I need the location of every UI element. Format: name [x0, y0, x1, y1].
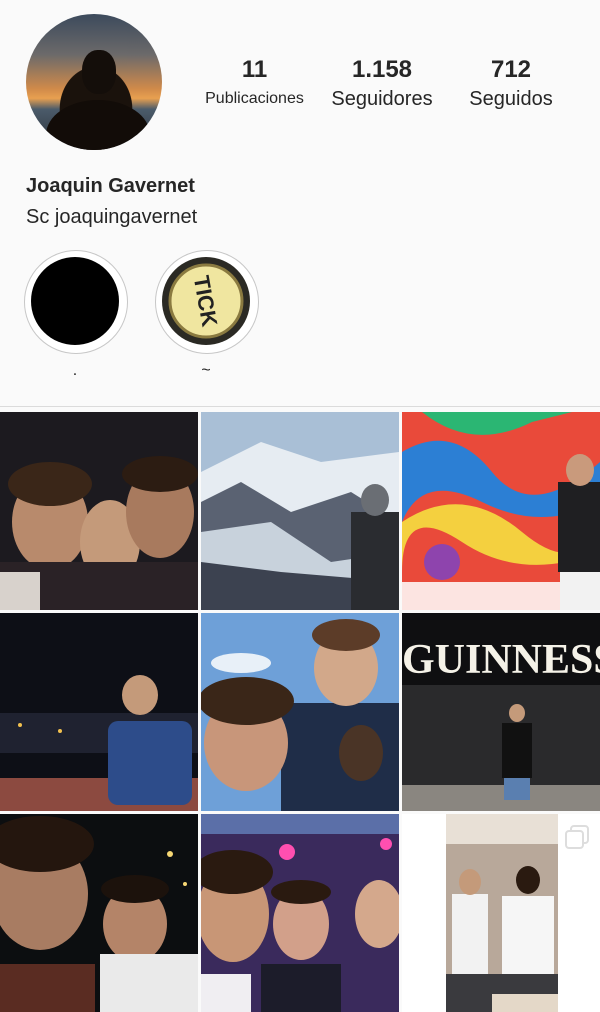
post-tile-7[interactable] [0, 814, 198, 1012]
profile-avatar[interactable] [26, 14, 162, 150]
stat-following[interactable]: 712 Seguidos [460, 56, 562, 111]
followers-label: Seguidores [331, 88, 433, 110]
multiple-photos-icon [565, 825, 589, 849]
post-tile-8[interactable] [201, 814, 399, 1012]
followers-count: 1.158 [351, 56, 413, 83]
highlight-cover-black [31, 257, 119, 345]
story-highlight-2[interactable]: TICK [155, 250, 259, 354]
post-tile-1[interactable] [0, 412, 198, 610]
highlight-2-label: ~ [201, 362, 211, 379]
stat-followers[interactable]: 1.158 Seguidores [323, 56, 441, 111]
profile-name: Joaquin Gavernet [26, 175, 195, 197]
story-highlight-1[interactable] [24, 250, 128, 354]
following-count: 712 [490, 56, 532, 83]
guinness-sign-text: GUINNESS [402, 637, 600, 683]
post-tile-5[interactable] [201, 613, 399, 811]
grid-divider [0, 406, 600, 407]
following-label: Seguidos [469, 88, 553, 110]
stat-posts[interactable]: 11 Publicaciones [198, 56, 311, 108]
post-tile-6[interactable]: GUINNESS [402, 613, 600, 811]
avatar-silhouette-head [82, 50, 116, 94]
post-tile-2[interactable] [201, 412, 399, 610]
highlight-cover-tick: TICK [162, 257, 250, 345]
posts-count: 11 [241, 56, 268, 83]
highlight-1-label: . [72, 362, 78, 379]
profile-bio: Sc joaquingavernet [26, 206, 198, 228]
post-tile-9[interactable] [402, 814, 600, 1012]
post-tile-3[interactable] [402, 412, 600, 610]
post-tile-4[interactable] [0, 613, 198, 811]
posts-label: Publicaciones [205, 90, 304, 107]
avatar-silhouette-body [46, 100, 150, 150]
